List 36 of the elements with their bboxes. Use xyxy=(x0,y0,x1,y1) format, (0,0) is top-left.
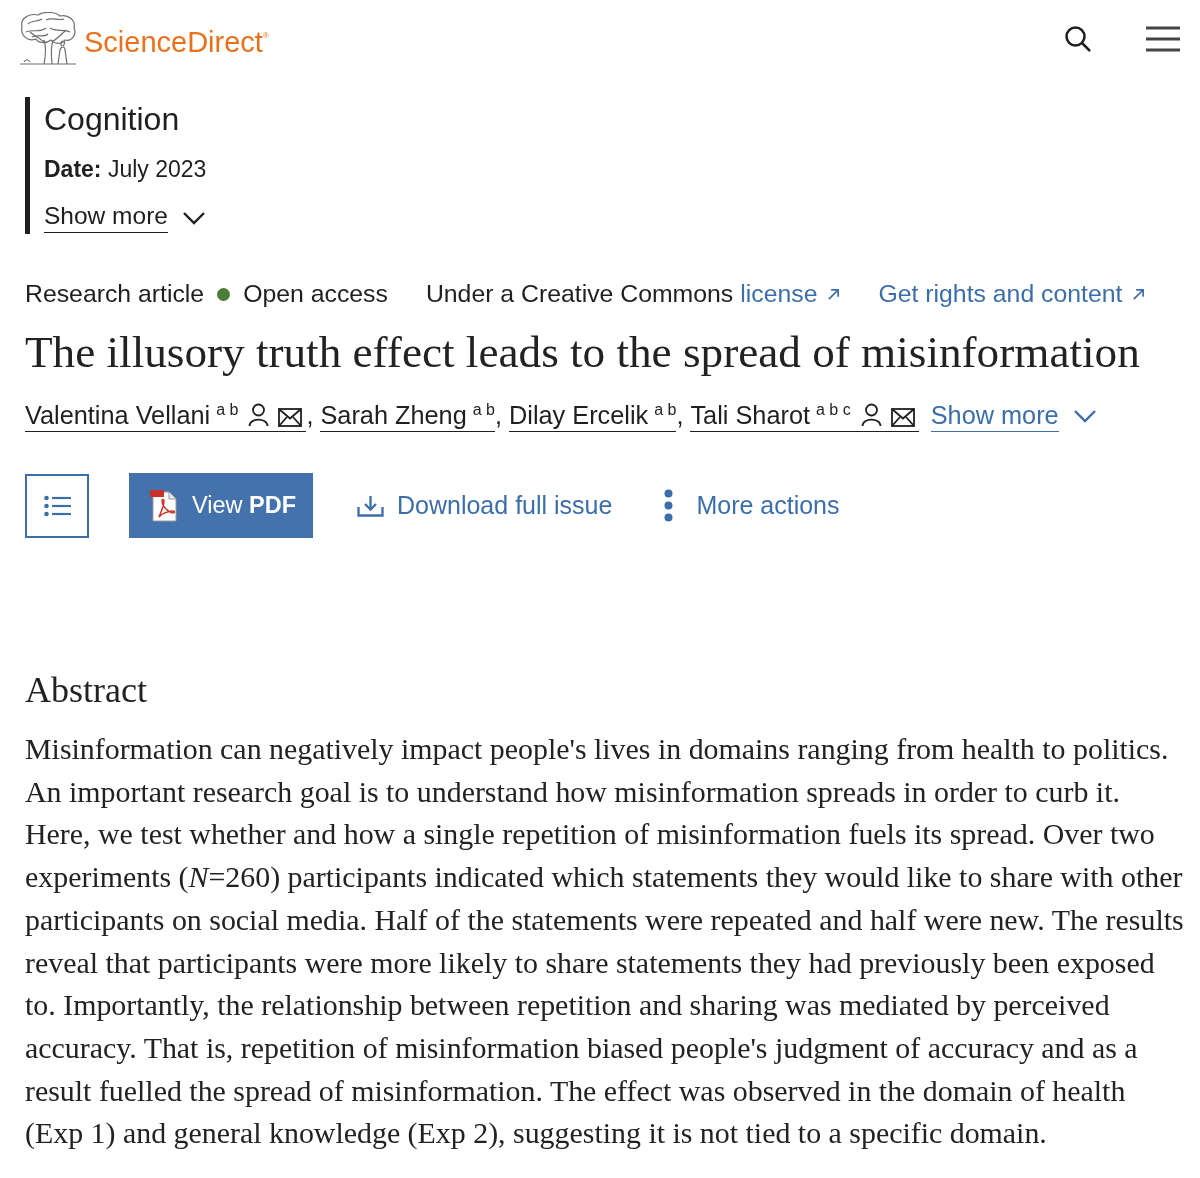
status-dot-icon xyxy=(217,287,231,301)
article-type: Research article xyxy=(25,279,205,309)
rights-link[interactable]: Get rights and content xyxy=(878,279,1146,309)
download-icon xyxy=(357,494,384,517)
diagonal-arrow-icon xyxy=(827,287,841,301)
menu-icon[interactable] xyxy=(1146,26,1180,52)
view-pdf-button[interactable]: View PDF xyxy=(129,473,313,538)
access-type: Open access xyxy=(243,279,388,309)
tree-logo-icon[interactable] xyxy=(18,12,78,66)
pdf-file-icon xyxy=(150,489,177,522)
abstract-heading: Abstract xyxy=(25,669,148,712)
chevron-down-icon xyxy=(1072,409,1097,423)
search-icon[interactable] xyxy=(1064,25,1092,53)
more-actions-link[interactable]: More actions xyxy=(664,489,840,522)
list-icon xyxy=(43,494,71,517)
kebab-menu-icon xyxy=(664,489,674,522)
author-link[interactable]: Tali Sharot a b c xyxy=(690,400,919,432)
logo-link[interactable]: ScienceDirect$^{®}$ xyxy=(84,19,269,59)
author-separator: , xyxy=(495,401,502,429)
show-more-authors-button[interactable]: Show more xyxy=(930,400,1097,432)
journal-name-link[interactable]: Cognition xyxy=(44,100,180,138)
diagonal-arrow-icon xyxy=(1132,287,1146,301)
author-separator: , xyxy=(306,401,314,429)
author-link[interactable]: Valentina Vellani $^{a b}$ xyxy=(25,400,307,432)
author-link[interactable]: Sarah Zheng $^{a b}$ xyxy=(320,400,495,432)
publication-date: Date: July 2023 xyxy=(44,155,207,183)
download-link[interactable]: Download full issue xyxy=(357,491,613,520)
author-separator: , xyxy=(676,401,684,429)
abstract-text: Misinformation can negatively impact people's lives in domains ranging from health to politics. An important research goal is to understand how misinformation spreads in order to curb it. Here, we test whether and how a single repetition of misinformation fuels its spread. Over two experiments (N=260) participants indicated which statements they would like to share with other participants on social media. Half of the statements were repeated and half were new. The results reveal that participants were more likely to share statements they had previously been exposed to. Importantly, the relationship between repetition and sharing was mediated by perceived accuracy. That is, repetition of misinformation biased people's judgment of accuracy and as a result fuelled the spread of misinformation. The effect was observed in the domain of health (Exp 1) and general knowledge (Exp 2), suggesting it is not tied to a specific domain. xyxy=(25,731,1185,1152)
show-more-button[interactable]: Show more xyxy=(44,202,206,233)
license-link[interactable]: license xyxy=(740,279,841,309)
chevron-down-icon xyxy=(181,210,206,225)
license-text: Under a Creative Commons xyxy=(425,279,734,309)
article-title: The illusory truth effect leads to the spread of misinformation xyxy=(25,326,1141,378)
outline-button[interactable] xyxy=(25,473,89,538)
author-link[interactable]: Dilay Ercelik $^{a b}$ xyxy=(509,400,677,432)
